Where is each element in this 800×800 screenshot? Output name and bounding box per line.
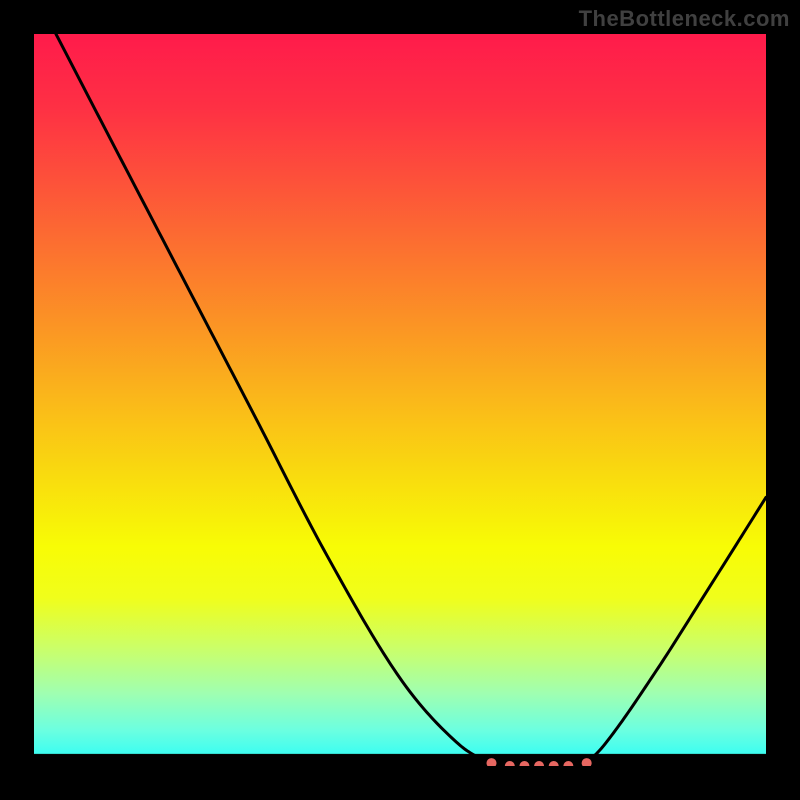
gradient-background xyxy=(34,34,766,766)
watermark-text: TheBottleneck.com xyxy=(579,6,790,32)
chart-svg xyxy=(34,34,766,766)
plot-area xyxy=(34,34,766,766)
chart-container: TheBottleneck.com xyxy=(0,0,800,800)
